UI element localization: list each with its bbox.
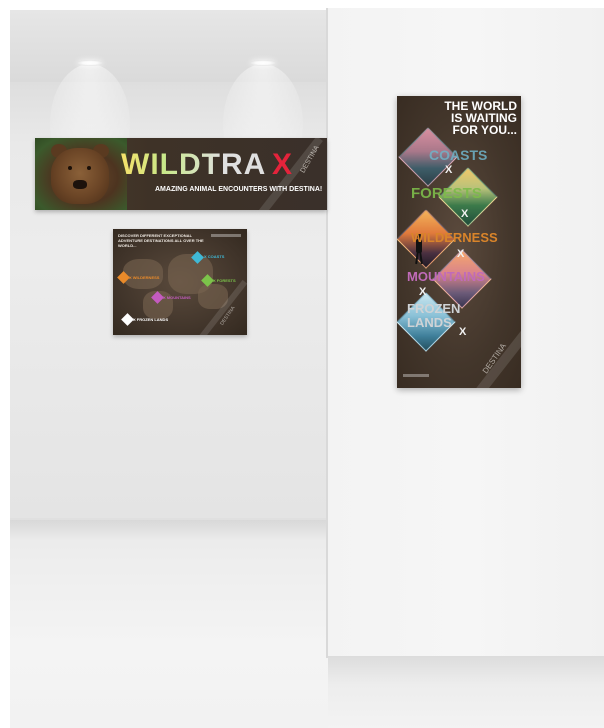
pin-frozen-lands bbox=[121, 313, 134, 326]
map-fineprint bbox=[211, 234, 241, 237]
x-separator: X bbox=[445, 164, 453, 176]
word-forests: FORESTS bbox=[411, 185, 482, 202]
label-forests: X FORESTS bbox=[213, 278, 236, 283]
x-separator: X bbox=[457, 248, 465, 260]
hiker-leg bbox=[415, 251, 419, 265]
hiker-leg bbox=[419, 251, 423, 265]
bear-face bbox=[51, 148, 109, 204]
gallery-scene: WILDTRA X AMAZING ANIMAL ENCOUNTERS WITH… bbox=[0, 0, 604, 728]
word-coasts: COASTS bbox=[429, 147, 488, 163]
ceiling-light-1 bbox=[77, 60, 103, 66]
x-separator: X bbox=[461, 208, 469, 220]
bear-eye-left bbox=[68, 166, 72, 170]
banner-subtitle: AMAZING ANIMAL ENCOUNTERS WITH DESTINA! bbox=[155, 186, 323, 193]
banner-title-x: X bbox=[272, 148, 293, 181]
bear-photo bbox=[35, 138, 127, 210]
label-mountains: X MOUNTAINS bbox=[163, 295, 191, 300]
banner-title: WILDTRA bbox=[121, 148, 267, 181]
floor-left bbox=[10, 520, 328, 728]
wall-edge bbox=[326, 8, 328, 658]
tall-poster: THE WORLD IS WAITING FOR YOU... COASTS X… bbox=[397, 96, 521, 388]
map-heading: DISCOVER DIFFERENT EXCEPTIONAL ADVENTURE… bbox=[118, 233, 204, 248]
wildtrax-banner: WILDTRA X AMAZING ANIMAL ENCOUNTERS WITH… bbox=[35, 138, 327, 210]
bear-nose bbox=[73, 180, 87, 189]
label-coasts: X COASTS bbox=[204, 254, 225, 259]
ceiling-light-2 bbox=[250, 60, 276, 66]
tall-heading: THE WORLD IS WAITING FOR YOU... bbox=[403, 100, 517, 136]
word-wilderness: WILDERNESS bbox=[411, 230, 498, 245]
map-continent bbox=[123, 259, 163, 289]
label-wilderness: X WILDERNESS bbox=[129, 275, 160, 280]
x-separator: X bbox=[419, 286, 427, 298]
map-poster: DISCOVER DIFFERENT EXCEPTIONAL ADVENTURE… bbox=[113, 229, 247, 335]
tall-fineprint bbox=[403, 374, 429, 377]
word-mountains: MOUNTAINS bbox=[407, 269, 485, 284]
floor-right bbox=[328, 656, 604, 728]
x-separator: X bbox=[459, 326, 467, 338]
label-frozen-lands: X FROZEN LANDS bbox=[133, 317, 169, 322]
word-lands: LANDS bbox=[407, 315, 452, 330]
bear-eye-right bbox=[87, 166, 91, 170]
word-frozen: FROZEN bbox=[407, 301, 461, 316]
